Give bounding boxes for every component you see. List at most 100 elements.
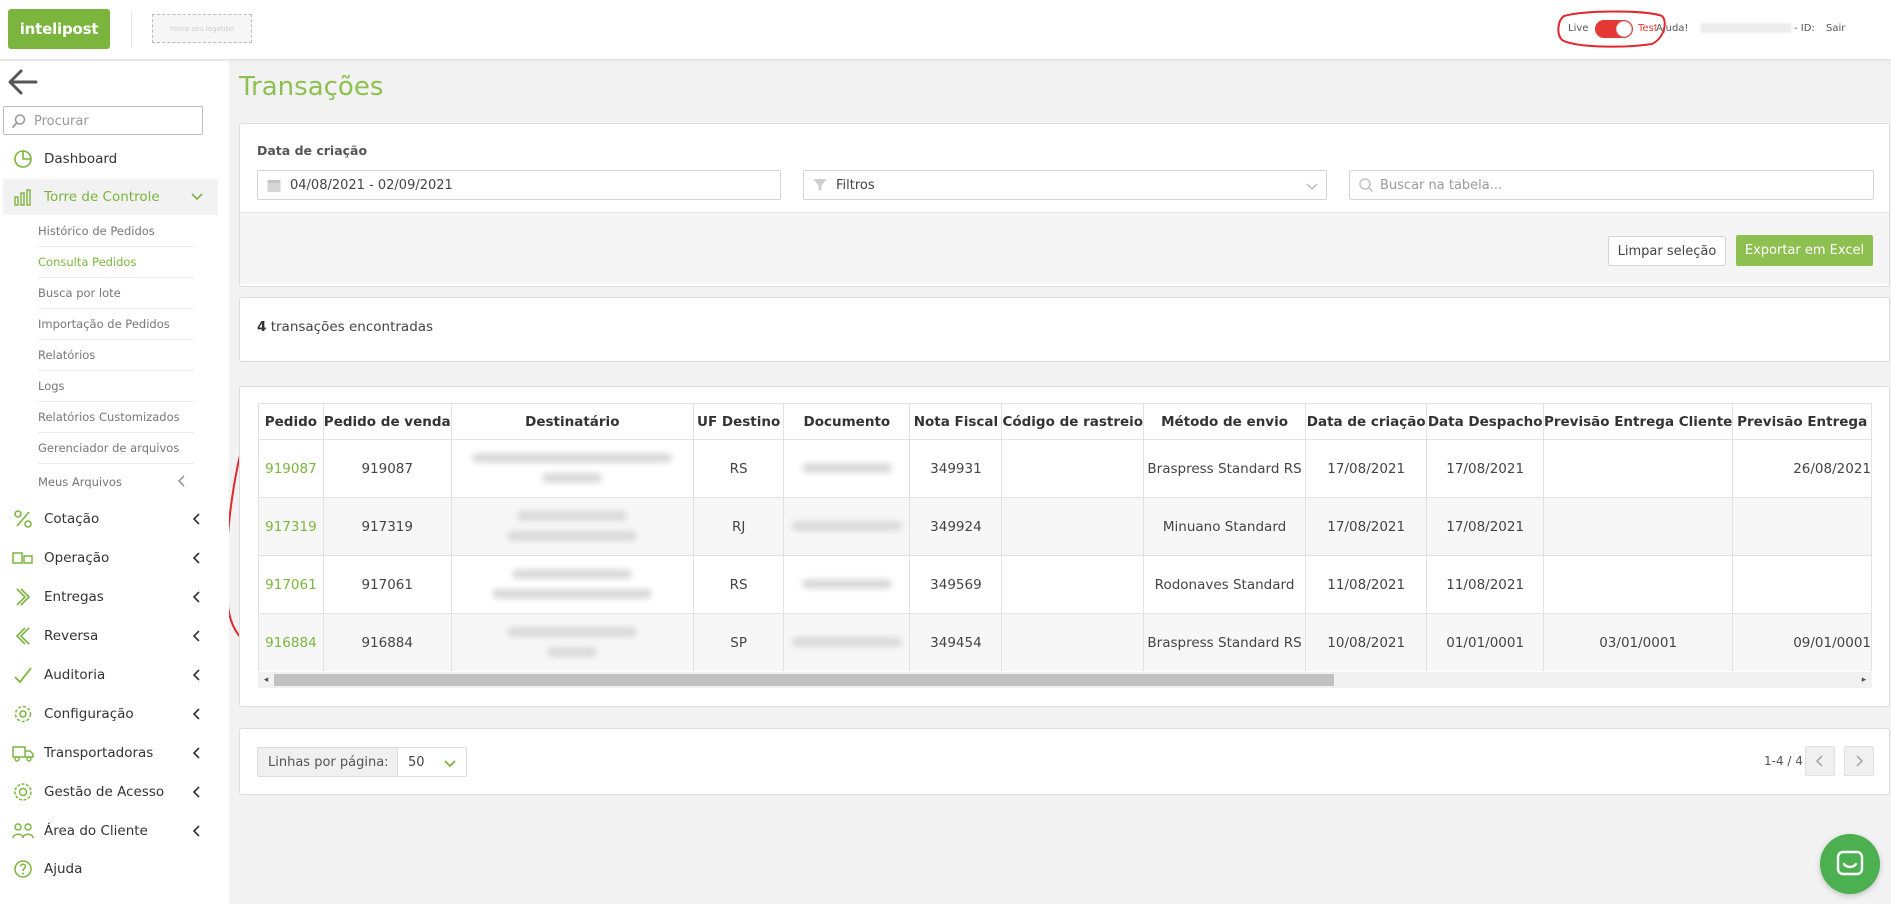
scroll-left-arrow[interactable]: ◂ (260, 674, 272, 686)
chevron-left-icon (192, 786, 200, 798)
invoice-cell: 349454 (909, 613, 1003, 671)
subnav-busca-por-lote[interactable]: Busca por lote (38, 278, 194, 309)
redacted-text (542, 472, 603, 483)
logo-upload-placeholder[interactable]: Insira seu logotipo (152, 14, 252, 43)
redacted-text (547, 646, 598, 657)
subnav-gerenciador-arquivos[interactable]: Gerenciador de arquivos (38, 433, 194, 464)
prev-page-button[interactable] (1805, 746, 1835, 776)
col-header-codigo-rastreio[interactable]: Código de rastreio (1001, 403, 1145, 440)
chevron-left-icon (192, 591, 200, 603)
table-scroll-area[interactable]: Pedido Pedido de venda Destinatário UF D… (258, 403, 1872, 671)
shipping-method-cell: Minuano Standard (1143, 497, 1307, 556)
nav-label: Reversa (44, 628, 99, 644)
invoice-cell: 349931 (909, 439, 1003, 498)
back-arrow-icon[interactable] (6, 67, 40, 97)
redacted-text (791, 636, 902, 647)
col-header-data-criacao[interactable]: Data de criação (1305, 403, 1428, 440)
col-header-pedido[interactable]: Pedido (258, 403, 324, 440)
nav-item-auditoria[interactable]: Auditoria (3, 657, 218, 693)
col-header-uf-destino[interactable]: UF Destino (692, 403, 785, 440)
intelipost-logo[interactable]: intelipost (8, 9, 110, 49)
date-range-value: 04/08/2021 - 02/09/2021 (290, 178, 453, 193)
nav-item-entregas[interactable]: Entregas (3, 579, 218, 615)
sales-order-cell: 917061 (322, 555, 452, 614)
nav-item-cotacao[interactable]: Cotação (3, 501, 218, 537)
horizontal-scrollbar[interactable]: ◂ ▸ (258, 672, 1872, 688)
rows-per-page-select[interactable]: 50 (397, 747, 467, 777)
table-row[interactable]: 919087 919087 RS 349931 Braspress Standa… (258, 439, 1872, 498)
next-page-button[interactable] (1844, 746, 1874, 776)
nav-item-reversa[interactable]: Reversa (3, 618, 218, 654)
export-excel-button[interactable]: Exportar em Excel (1736, 235, 1873, 266)
col-header-nota-fiscal[interactable]: Nota Fiscal (909, 403, 1003, 440)
question-icon (12, 858, 34, 880)
subnav-relatorios[interactable]: Relatórios (38, 340, 194, 371)
subnav-logs[interactable]: Logs (38, 371, 194, 402)
nav-label: Torre de Controle (44, 189, 160, 205)
chevron-down-icon (1306, 183, 1318, 191)
col-header-previsao-entrega[interactable]: Previsão Entrega (1732, 403, 1872, 440)
subnav-importacao-pedidos[interactable]: Importação de Pedidos (38, 309, 194, 340)
shipping-method-cell: Braspress Standard RS (1143, 439, 1307, 498)
filters-dropdown[interactable]: Filtros (803, 170, 1327, 200)
date-range-picker[interactable]: 04/08/2021 - 02/09/2021 (257, 170, 781, 200)
truck-icon (12, 742, 34, 764)
col-header-pedido-venda[interactable]: Pedido de venda (322, 403, 452, 440)
chevron-left-icon (1815, 755, 1823, 767)
clear-selection-button[interactable]: Limpar seleção (1608, 236, 1726, 266)
table-search[interactable] (1349, 170, 1874, 200)
toggle-annotation-circle (1557, 10, 1666, 48)
client-forecast-cell (1542, 497, 1734, 556)
col-header-metodo-envio[interactable]: Método de envio (1143, 403, 1307, 440)
col-header-data-despacho[interactable]: Data Despacho (1426, 403, 1544, 440)
subnav-historico-pedidos[interactable]: Histórico de Pedidos (38, 216, 194, 247)
chevrons-right-icon (12, 586, 34, 608)
redacted-text (507, 626, 638, 637)
nav-item-dashboard[interactable]: Dashboard (3, 141, 218, 177)
order-id-link[interactable]: 917319 (258, 497, 324, 556)
chevron-left-icon (178, 475, 185, 487)
table-row[interactable]: 916884 916884 SP 349454 Braspress Standa… (258, 613, 1872, 671)
filter-card: Data de criação 04/08/2021 - 02/09/2021 … (239, 123, 1890, 287)
table-row[interactable]: 917319 917319 RJ 349924 Minuano Standard… (258, 497, 1872, 556)
truck-box-icon (12, 547, 34, 569)
filters-dropdown-label: Filtros (836, 178, 875, 193)
col-header-destinatario[interactable]: Destinatário (450, 403, 694, 440)
chevron-left-icon (192, 552, 200, 564)
chevron-left-icon (192, 708, 200, 720)
table-search-input[interactable] (1380, 174, 1860, 196)
nav-item-area-do-cliente[interactable]: Área do Cliente (3, 813, 218, 849)
nav-item-ajuda[interactable]: Ajuda (3, 851, 218, 887)
pagination-card: Linhas por página: 50 1-4 / 4 (239, 728, 1890, 795)
order-id-link[interactable]: 919087 (258, 439, 324, 498)
nav-item-configuracao[interactable]: Configuração (3, 696, 218, 732)
scroll-right-arrow[interactable]: ▸ (1858, 674, 1870, 686)
forecast-cell: 26/08/2021 (1732, 439, 1872, 498)
subnav-meus-arquivos[interactable]: Meus Arquivos (38, 466, 194, 497)
chevron-down-icon (191, 193, 203, 201)
sidebar-search-input[interactable] (34, 110, 194, 132)
nav-item-transportadoras[interactable]: Transportadoras (3, 735, 218, 771)
subnav-relatorios-customizados[interactable]: Relatórios Customizados (38, 402, 194, 433)
nav-item-gestao-de-acesso[interactable]: Gestão de Acesso (3, 774, 218, 810)
order-id-link[interactable]: 917061 (258, 555, 324, 614)
nav-item-torre-de-controle[interactable]: Torre de Controle (3, 179, 218, 215)
logout-link[interactable]: Sair (1826, 23, 1845, 34)
order-id-link[interactable]: 916884 (258, 613, 324, 671)
scrollbar-thumb[interactable] (274, 674, 1334, 686)
chat-widget-button[interactable] (1820, 834, 1880, 894)
actions-bar: Limpar seleção Exportar em Excel (240, 212, 1889, 284)
col-header-previsao-entrega-cliente[interactable]: Previsão Entrega Cliente (1542, 403, 1734, 440)
users-icon (12, 820, 34, 842)
subnav-consulta-pedidos[interactable]: Consulta Pedidos (38, 247, 194, 278)
client-forecast-cell (1542, 555, 1734, 614)
table-row[interactable]: 917061 917061 RS 349569 Rodonaves Standa… (258, 555, 1872, 614)
sidebar-search[interactable] (3, 106, 203, 135)
page-title: Transações (239, 72, 384, 102)
sidebar: Dashboard Torre de Controle Histórico de… (0, 61, 229, 904)
recipient-cell-redacted (450, 613, 694, 671)
funnel-icon (813, 179, 827, 191)
checkmark-icon (12, 664, 34, 686)
nav-item-operacao[interactable]: Operação (3, 540, 218, 576)
col-header-documento[interactable]: Documento (783, 403, 911, 440)
